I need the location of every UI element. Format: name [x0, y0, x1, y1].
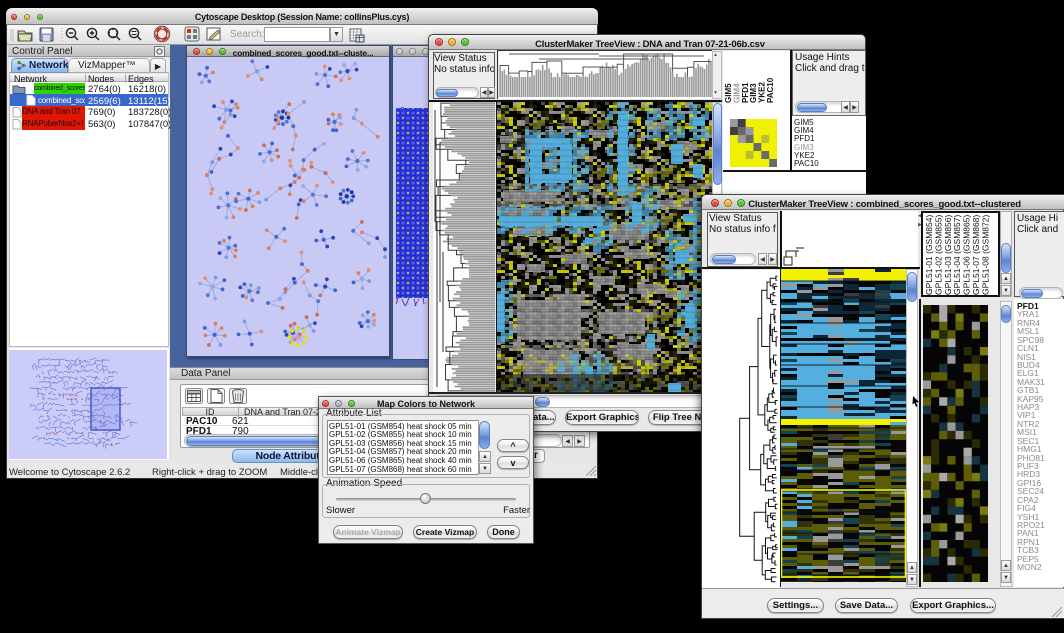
svg-text:GPL51-08 (GSM872): GPL51-08 (GSM872) [980, 215, 990, 295]
svg-text:PAC10: PAC10 [766, 77, 775, 103]
